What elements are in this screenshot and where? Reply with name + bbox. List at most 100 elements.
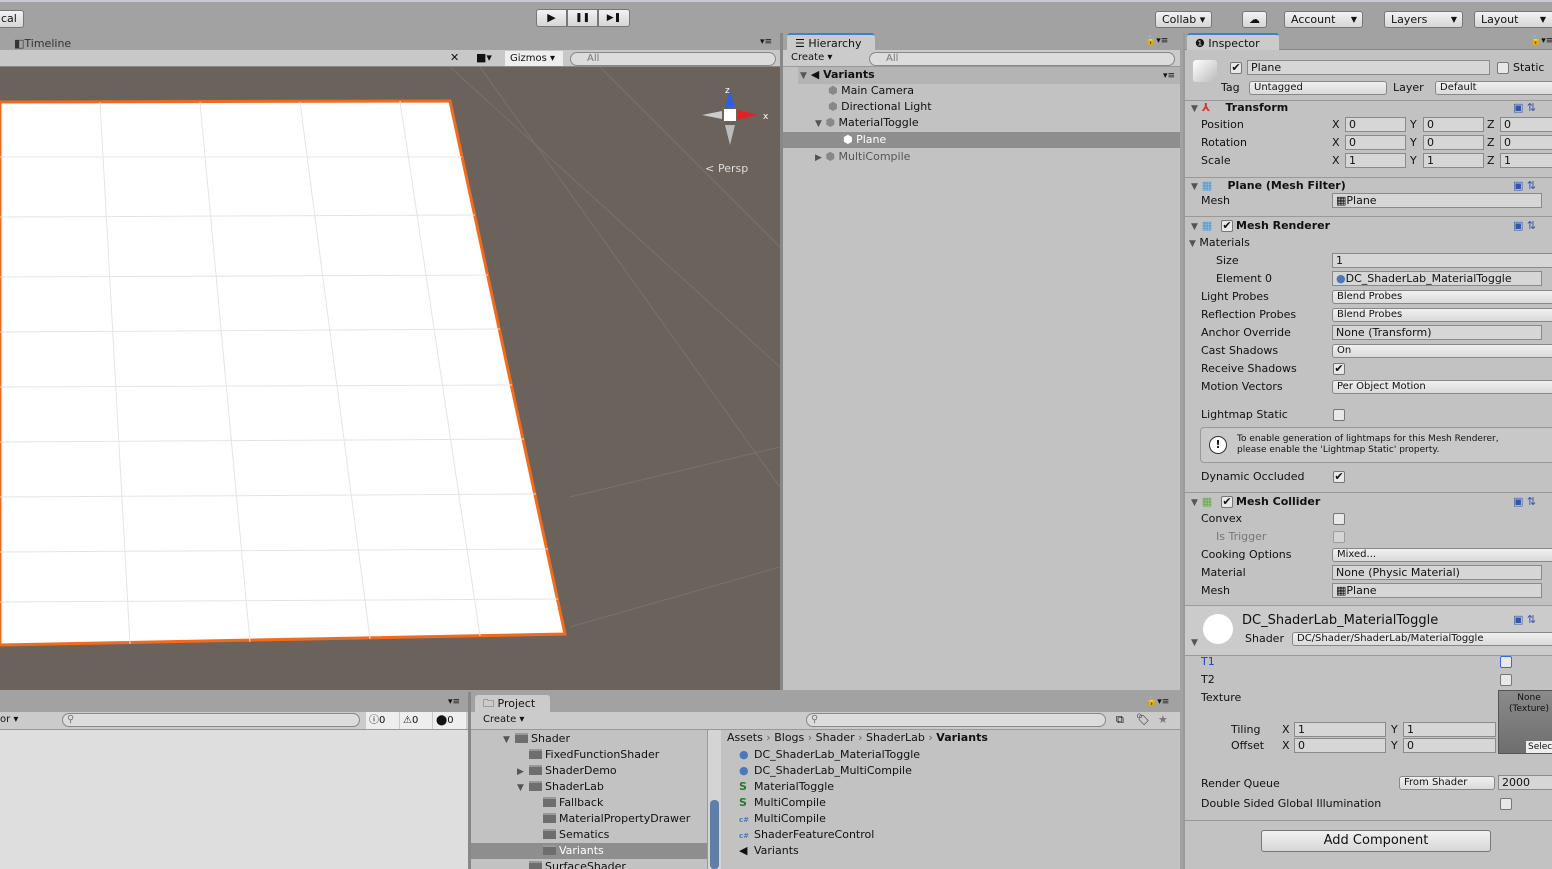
scale-z-input[interactable]: 1 [1500, 153, 1552, 168]
cloud-button[interactable]: ☁ [1242, 11, 1267, 28]
breadcrumb-item[interactable]: Blogs [774, 731, 804, 744]
tiling-x-input[interactable]: 1 [1294, 722, 1386, 737]
hierarchy-item[interactable]: ▼ ⬢ MaterialToggle [815, 115, 919, 131]
console-error-toggle[interactable]: ⬤0 [433, 712, 466, 729]
tree-scrollbar[interactable] [707, 730, 721, 869]
mesh-renderer-header[interactable]: ▼ ▦ [1191, 219, 1212, 232]
project-folder-item[interactable]: ▶ ShaderDemo [517, 763, 617, 779]
layout-dropdown[interactable]: Layout ▼ [1474, 11, 1552, 28]
project-file-item[interactable]: c# MultiCompile [739, 811, 826, 827]
help-icon[interactable]: ▣ ⇅ [1513, 613, 1536, 626]
material-foldout-arrow[interactable]: ▼ [1191, 638, 1198, 648]
collider-material-field[interactable]: None (Physic Material) [1332, 565, 1542, 580]
scale-y-input[interactable]: 1 [1423, 153, 1484, 168]
static-checkbox[interactable] [1497, 62, 1509, 74]
position-x-input[interactable]: 0 [1345, 117, 1406, 132]
layer-dropdown[interactable]: Default [1435, 81, 1552, 95]
project-create-button[interactable]: Create ▾ [483, 714, 524, 725]
hierarchy-item[interactable]: ⬢ Directional Light [828, 99, 932, 115]
object-name-input[interactable]: Plane [1247, 60, 1490, 75]
gameobject-cube-icon[interactable] [1193, 60, 1217, 82]
scene-menu-icon[interactable]: ▾≡ [1163, 71, 1175, 81]
add-component-button[interactable]: Add Component [1261, 830, 1491, 852]
filter-by-type-icon[interactable]: ⧉ [1116, 713, 1124, 727]
texture-slot[interactable]: None (Texture) Select [1498, 690, 1552, 754]
project-file-item[interactable]: c# ShaderFeatureControl [739, 827, 874, 843]
convex-checkbox[interactable] [1333, 513, 1345, 525]
console-warning-toggle[interactable]: ⚠0 [400, 712, 432, 729]
project-folder-item[interactable]: Sematics [531, 827, 609, 843]
lock-icon[interactable]: 🔒▾≡ [1146, 697, 1169, 707]
motion-vectors-dropdown[interactable]: Per Object Motion [1332, 380, 1552, 394]
rotation-z-input[interactable]: 0 [1500, 135, 1552, 150]
collider-mesh-field[interactable]: ▦Plane [1332, 583, 1542, 598]
reflection-probes-dropdown[interactable]: Blend Probes [1332, 308, 1552, 322]
scale-x-input[interactable]: 1 [1345, 153, 1406, 168]
expand-arrow-icon[interactable]: ▼ [503, 732, 515, 748]
cooking-options-dropdown[interactable]: Mixed... [1332, 548, 1552, 562]
material-element-field[interactable]: ●DC_ShaderLab_MaterialToggle [1332, 271, 1542, 286]
expand-arrow-icon[interactable]: ▶ [517, 764, 529, 780]
materials-foldout[interactable]: ▼ Materials [1189, 236, 1250, 249]
project-file-item[interactable]: ● DC_ShaderLab_MaterialToggle [739, 747, 920, 763]
render-queue-dropdown[interactable]: From Shader [1399, 776, 1495, 790]
shader-dropdown[interactable]: DC/Shader/ShaderLab/MaterialToggle [1292, 632, 1552, 646]
project-folder-item[interactable]: Variants [471, 843, 707, 859]
tag-dropdown[interactable]: Untagged [1249, 81, 1387, 95]
project-file-item[interactable]: S MaterialToggle [739, 779, 834, 795]
panel-menu-icon[interactable]: ▾≡ [760, 37, 772, 47]
cast-shadows-dropdown[interactable]: On [1332, 344, 1552, 358]
breadcrumb-item[interactable]: Shader [816, 731, 855, 744]
persp-label[interactable]: Persp [718, 162, 748, 175]
t2-checkbox[interactable] [1500, 674, 1512, 686]
lock-icon[interactable]: 🔒▾≡ [1145, 36, 1168, 46]
project-folder-item[interactable]: FixedFunctionShader [517, 747, 659, 763]
project-folder-item[interactable]: SurfaceShader [517, 859, 626, 869]
panel-menu-icon[interactable]: ▾≡ [448, 697, 460, 707]
offset-y-input[interactable]: 0 [1403, 738, 1496, 753]
project-file-item[interactable]: S MultiCompile [739, 795, 826, 811]
tiling-y-input[interactable]: 1 [1403, 722, 1496, 737]
mesh-renderer-enabled-checkbox[interactable]: ✔ [1221, 220, 1233, 232]
project-folder-item[interactable]: ▼ ShaderLab [517, 779, 604, 795]
scene-view[interactable]: z x Persp < [0, 67, 780, 690]
lock-icon[interactable]: 🔒▾≡ [1530, 36, 1552, 46]
dynamic-occluded-checkbox[interactable]: ✔ [1333, 471, 1345, 483]
scrollbar-thumb[interactable] [710, 800, 719, 869]
materials-size-input[interactable]: 1 [1332, 253, 1552, 268]
t1-checkbox[interactable] [1500, 656, 1512, 668]
active-checkbox[interactable]: ✔ [1230, 62, 1242, 74]
tab-project[interactable]: 🗀 Project [475, 695, 550, 712]
step-button[interactable]: ▶❚ [598, 9, 630, 27]
tab-hierarchy[interactable]: ☰ Hierarchy [787, 33, 875, 50]
collab-button[interactable]: Collab ▾ [1155, 11, 1213, 28]
console-info-toggle[interactable]: ⓘ0 [366, 712, 399, 729]
help-icon[interactable]: ▣ ⇅ [1513, 219, 1536, 232]
rotation-y-input[interactable]: 0 [1423, 135, 1484, 150]
console-filter-dropdown[interactable]: or ▾ [0, 714, 18, 725]
offset-x-input[interactable]: 0 [1294, 738, 1386, 753]
render-queue-input[interactable]: 2000 [1498, 775, 1552, 790]
hierarchy-create-button[interactable]: Create ▾ [791, 52, 832, 63]
console-search-input[interactable]: ⚲ [62, 713, 360, 727]
position-y-input[interactable]: 0 [1423, 117, 1484, 132]
project-file-item[interactable]: ◀ Variants [739, 843, 799, 859]
project-folder-item[interactable]: Fallback [531, 795, 603, 811]
tab-inspector[interactable]: ❶ Inspector [1187, 33, 1279, 50]
layers-dropdown[interactable]: Layers ▼ [1384, 11, 1463, 28]
receive-shadows-checkbox[interactable]: ✔ [1333, 363, 1345, 375]
scene-search-input[interactable]: All [570, 52, 776, 66]
hierarchy-scene-variants[interactable]: ▼ ◀ Variants [800, 67, 875, 83]
hierarchy-item[interactable]: ⬢ Main Camera [828, 83, 914, 99]
lightmap-static-checkbox[interactable] [1333, 409, 1345, 421]
pause-button[interactable]: ❚❚ [567, 9, 598, 27]
mesh-field[interactable]: ▦Plane [1332, 193, 1542, 208]
light-probes-dropdown[interactable]: Blend Probes [1332, 290, 1552, 304]
mesh-filter-header[interactable]: ▼ ▦ Plane (Mesh Filter) [1191, 179, 1346, 192]
breadcrumb-item[interactable]: ShaderLab [866, 731, 925, 744]
texture-select-button[interactable]: Select [1526, 741, 1552, 753]
help-icon[interactable]: ▣ ⇅ [1513, 495, 1536, 508]
rotation-x-input[interactable]: 0 [1345, 135, 1406, 150]
mesh-collider-enabled-checkbox[interactable]: ✔ [1221, 496, 1233, 508]
position-z-input[interactable]: 0 [1500, 117, 1552, 132]
